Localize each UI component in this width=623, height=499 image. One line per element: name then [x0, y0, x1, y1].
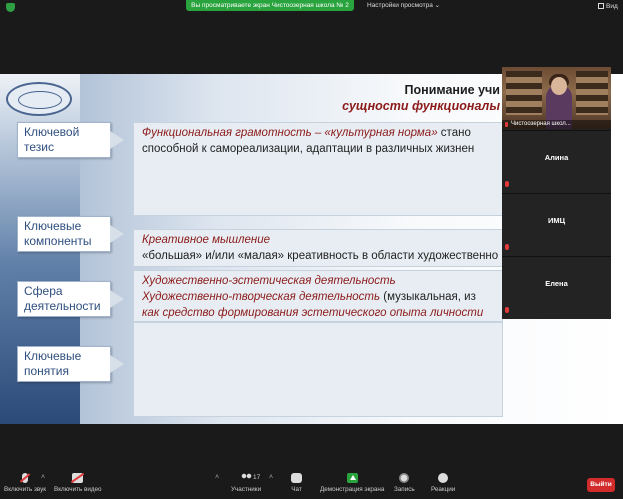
- bookshelf: [506, 71, 542, 115]
- content-activity-sphere: Художественно-эстетическая деятельность …: [133, 270, 503, 322]
- start-video-button[interactable]: Включить видео: [54, 473, 102, 493]
- arrow-icon: [110, 290, 124, 308]
- label-key-thesis: Ключевой тезис: [17, 122, 111, 158]
- participants-count: 17: [253, 474, 261, 481]
- record-button[interactable]: Запись: [394, 473, 415, 493]
- sphere-line2-highlight: Художественно-творческая деятельность: [142, 291, 381, 303]
- top-bar: Вы просматриваете экран Чистоозерная шко…: [0, 0, 623, 14]
- muted-mic-icon: [505, 122, 508, 127]
- participant-tile-alina[interactable]: Алина: [502, 130, 611, 191]
- share-screen-label: Демонстрация экрана: [320, 486, 385, 493]
- logo-emblem: [6, 82, 72, 116]
- muted-mic-icon: [505, 181, 509, 187]
- chat-button[interactable]: Чат: [291, 473, 302, 493]
- participant-head: [551, 77, 567, 95]
- participant-tile-elena[interactable]: Елена: [502, 256, 611, 317]
- video-off-icon: [72, 473, 84, 483]
- participants-label: Участники: [231, 486, 262, 493]
- label-activity-sphere: Сфера деятельности: [17, 281, 111, 317]
- start-video-label: Включить видео: [54, 486, 102, 493]
- participant-tile-imc[interactable]: ИМЦ: [502, 193, 611, 254]
- thesis-highlight: Функциональная грамотность – «культурная…: [142, 127, 438, 139]
- components-line2: «большая» и/или «малая» креативность в о…: [142, 250, 499, 262]
- content-key-concepts: [133, 322, 503, 417]
- participant-name: ИМЦ: [547, 216, 566, 225]
- grid-icon: [598, 3, 604, 9]
- label-key-components: Ключевые компоненты: [17, 216, 111, 252]
- sphere-line3: как средство формирования эстетического …: [142, 307, 484, 319]
- slide-title: Понимание учи сущности функционалы: [330, 82, 500, 114]
- thesis-line2: способной к самореализации, адаптации в …: [142, 143, 475, 155]
- unmute-button[interactable]: Включить звук: [4, 473, 46, 493]
- participant-name: Алина: [544, 153, 569, 162]
- view-button[interactable]: Вид: [598, 3, 618, 10]
- view-button-label: Вид: [606, 3, 618, 10]
- chevron-up-icon[interactable]: ˄: [215, 474, 219, 481]
- reactions-icon: [438, 473, 449, 483]
- video-name-bar: Чистоозерная школ...: [502, 120, 611, 129]
- slide-title-line2: сущности функционалы: [342, 99, 500, 113]
- chevron-up-icon[interactable]: ˄: [41, 474, 45, 481]
- content-key-thesis: Функциональная грамотность – «культурная…: [133, 122, 503, 216]
- participant-video-tile[interactable]: Чистоозерная школ...: [502, 67, 611, 129]
- share-screen-button[interactable]: Демонстрация экрана: [320, 473, 384, 493]
- view-options-menu[interactable]: Настройки просмотра ⌄: [367, 0, 440, 11]
- slide-title-line1: Понимание учи: [404, 83, 500, 97]
- microphone-muted-icon: [22, 473, 28, 483]
- muted-mic-icon: [505, 244, 509, 250]
- bookshelf: [576, 71, 608, 115]
- content-key-components: Креативное мышление «большая» и/или «мал…: [133, 229, 503, 267]
- sphere-line2-rest: (музыкальная, из: [380, 291, 476, 303]
- arrow-icon: [110, 225, 124, 243]
- unmute-label: Включить звук: [4, 486, 46, 493]
- share-screen-icon: [346, 473, 358, 483]
- thesis-rest: стано: [437, 127, 471, 139]
- sphere-line1: Художественно-эстетическая деятельность: [142, 275, 396, 287]
- participants-icon: [240, 473, 252, 483]
- chat-label: Чат: [291, 486, 302, 493]
- label-key-concepts: Ключевые понятия: [17, 346, 111, 382]
- video-participant-name: Чистоозерная школ...: [511, 121, 571, 127]
- chat-icon: [291, 473, 302, 483]
- arrow-icon: [110, 355, 124, 373]
- muted-mic-icon: [505, 307, 509, 313]
- shield-icon[interactable]: [6, 3, 15, 12]
- participant-name: Елена: [545, 279, 568, 288]
- chevron-up-icon[interactable]: ˄: [269, 474, 273, 481]
- leave-button[interactable]: Выйти: [587, 478, 615, 492]
- screen-share-banner: Вы просматриваете экран Чистоозерная шко…: [186, 0, 354, 11]
- reactions-button[interactable]: Реакции: [431, 473, 455, 493]
- record-icon: [399, 473, 410, 483]
- arrow-icon: [110, 131, 124, 149]
- components-highlight: Креативное мышление: [142, 234, 271, 246]
- record-label: Запись: [394, 486, 415, 493]
- meeting-toolbar: Включить звук ˄ Включить видео ˄ Участни…: [0, 469, 623, 499]
- participants-panel: Чистоозерная школ... Алина ИМЦ Елена: [502, 67, 611, 319]
- reactions-label: Реакции: [431, 486, 456, 493]
